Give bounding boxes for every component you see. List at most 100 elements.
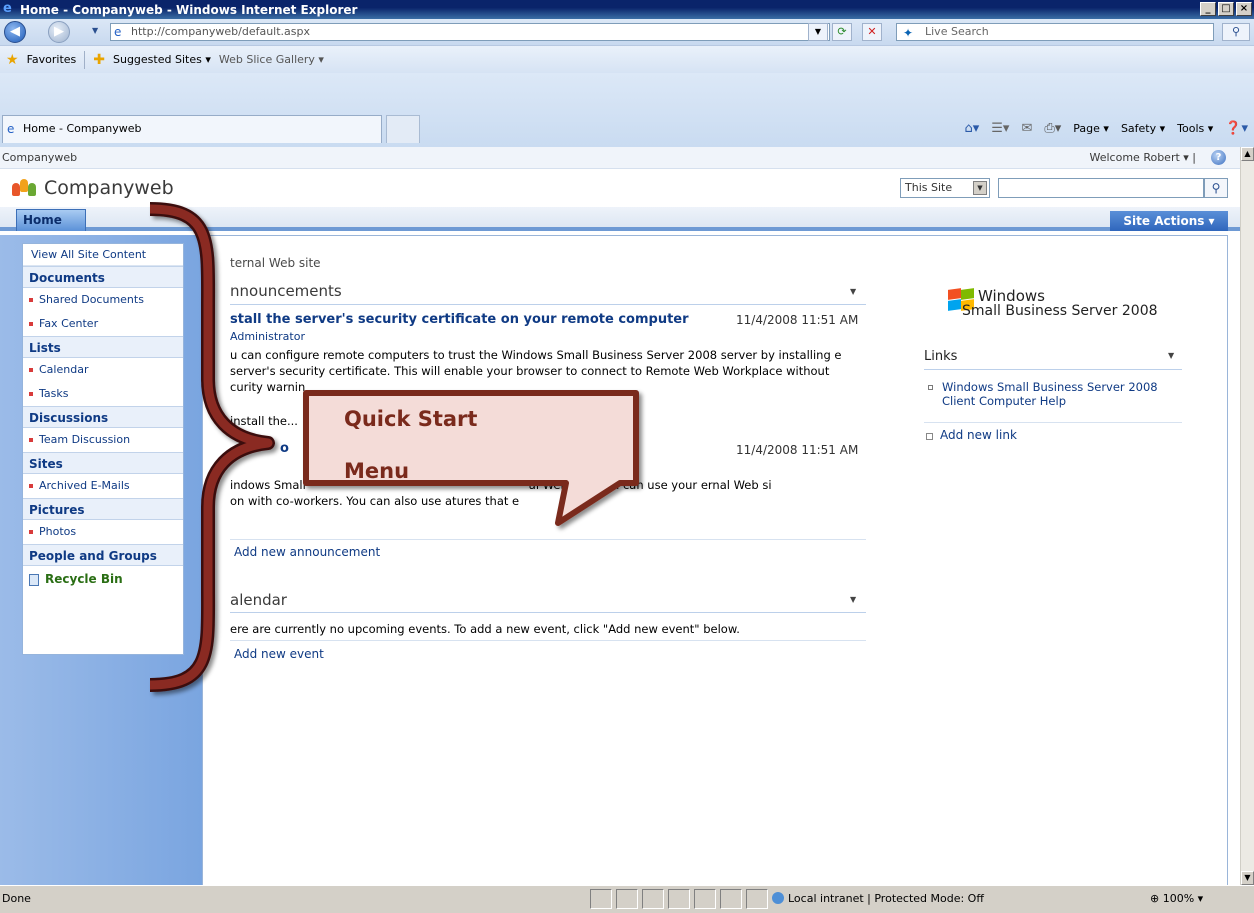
ql-item-archived-emails[interactable]: Archived E-Mails [23,474,183,498]
forward-button[interactable]: ▶ [48,21,70,43]
print-icon[interactable]: ⎙▾ [1044,121,1061,136]
add-new-link[interactable]: Add new link [924,428,1017,442]
window-title: Home - Companyweb - Windows Internet Exp… [20,2,358,17]
page-icon: e [114,25,122,39]
site-title[interactable]: Companyweb [44,177,174,199]
page-menu[interactable]: Page ▾ [1073,122,1109,135]
help-menu-icon[interactable]: ❓▾ [1225,121,1248,136]
links-title[interactable]: Links [924,349,957,364]
security-zone[interactable]: Local intranet | Protected Mode: Off [772,892,984,905]
announcement-title-1[interactable]: stall the server's security certificate … [230,312,689,327]
view-all-site-content-link[interactable]: View All Site Content [23,244,183,266]
ql-heading-discussions[interactable]: Discussions [23,406,183,428]
back-button[interactable]: ◀ [4,21,26,43]
address-input[interactable]: e http://companyweb/default.aspx [110,23,830,41]
link-bullet-icon [928,385,933,390]
recycle-bin-link[interactable]: Recycle Bin [23,566,183,592]
add-new-announcement-link[interactable]: Add new announcement [234,545,380,559]
site-search-input[interactable] [998,178,1204,198]
announcements-divider [230,304,866,305]
scroll-down-icon[interactable]: ▼ [1241,871,1254,885]
sharepoint-top-bar: Companyweb Welcome Robert ▾ | ? [0,147,1240,169]
ql-item-tasks[interactable]: Tasks [23,382,183,406]
refresh-button[interactable]: ⟳ [832,23,852,41]
status-cells [590,889,768,909]
welcome-menu[interactable]: Welcome Robert ▾ | [1090,147,1197,169]
web-slice-gallery-link[interactable]: Web Slice Gallery ▾ [219,53,324,66]
add-new-event-link[interactable]: Add new event [234,647,324,661]
globe-icon [772,892,784,904]
tab-home[interactable]: Home [16,209,86,231]
add-favorite-icon[interactable]: ✚ [93,52,105,68]
site-actions-button[interactable]: Site Actions ▾ [1110,211,1228,231]
links-menu-icon[interactable]: ▼ [1168,351,1174,360]
ql-heading-documents[interactable]: Documents [23,266,183,288]
tools-menu[interactable]: Tools ▾ [1177,122,1213,135]
tab-row: e Home - Companyweb ⌂▾ ☰▾ ✉ ⎙▾ Page ▾ Sa… [0,73,1254,147]
ql-item-calendar[interactable]: Calendar [23,358,183,382]
search-scope-value: This Site [905,181,953,194]
feeds-icon[interactable]: ☰▾ [991,121,1009,136]
announcement-author-1[interactable]: Administrator [230,330,305,343]
history-dropdown-icon[interactable]: ▼ [92,26,98,35]
calendar-menu-icon[interactable]: ▼ [850,595,856,604]
favorites-separator [84,50,86,69]
address-url: http://companyweb/default.aspx [131,25,311,38]
scroll-up-icon[interactable]: ▲ [1241,147,1254,161]
ql-item-fax-center[interactable]: Fax Center [23,312,183,336]
safety-menu[interactable]: Safety ▾ [1121,122,1165,135]
live-search-input[interactable]: ✦ Live Search [896,23,1214,41]
address-dropdown-button[interactable]: ▼ [808,23,828,41]
help-icon[interactable]: ? [1211,150,1226,165]
logo-sbs-text: Small Business Server 2008 [962,303,1158,319]
tab-home-companyweb[interactable]: e Home - Companyweb [2,115,382,143]
ql-item-photos[interactable]: Photos [23,520,183,544]
quick-launch-menu: View All Site Content Documents Shared D… [22,243,184,655]
ql-heading-pictures[interactable]: Pictures [23,498,183,520]
announcement-author-2[interactable]: at [304,459,315,472]
announcements-title[interactable]: nnouncements [230,282,342,300]
announcement-date-2: 11/4/2008 11:51 AM [736,443,859,457]
home-icon[interactable]: ⌂▾ [964,121,979,136]
ql-item-shared-documents[interactable]: Shared Documents [23,288,183,312]
calendar-footer-divider [230,640,866,641]
announcement-more-1: install the... [230,414,298,428]
announcement-body-2: indows Small al Web site. You can use yo… [230,478,772,508]
ql-heading-people-and-groups[interactable]: People and Groups [23,544,183,566]
ql-heading-lists[interactable]: Lists [23,336,183,358]
search-button[interactable]: ⚲ [1222,23,1250,41]
links-divider [924,369,1182,370]
sharepoint-logo-icon [12,177,36,199]
stop-button[interactable]: ✕ [862,23,882,41]
search-scope-select[interactable]: This Site ▼ [900,178,990,198]
link-sbs-help[interactable]: Windows Small Business Server 2008 Clien… [928,380,1178,408]
callout-line-1: Quick Start [344,407,478,431]
close-button[interactable]: × [1236,2,1252,16]
favorites-button[interactable]: Favorites [27,53,77,66]
top-nav-bar [0,207,1240,231]
calendar-title[interactable]: alendar [230,591,287,609]
ql-item-team-discussion[interactable]: Team Discussion [23,428,183,452]
announcements-menu-icon[interactable]: ▼ [850,287,856,296]
status-text: Done [2,892,31,905]
site-search-button[interactable]: ⚲ [1204,178,1228,198]
mail-icon[interactable]: ✉ [1021,121,1032,136]
new-tab-button[interactable] [386,115,420,143]
announcement-title-2[interactable]: o [280,441,289,456]
address-bar-row: ◀ ▶ ▼ e http://companyweb/default.aspx ▼… [0,19,1254,45]
site-link[interactable]: Companyweb [2,151,77,164]
zoom-level[interactable]: ⊕ 100% ▾ [1150,892,1203,905]
add-link-icon [926,433,933,440]
announcement-body-1: u can configure remote computers to trus… [230,348,842,394]
maximize-button[interactable]: □ [1218,2,1234,16]
favorites-bar: ★ Favorites ✚ Suggested Sites ▾ Web Slic… [0,45,1254,73]
minimize-button[interactable]: _ [1200,2,1216,16]
window-title-bar: e Home - Companyweb - Windows Internet E… [0,0,1254,19]
page-viewport: Companyweb Welcome Robert ▾ | ? Companyw… [0,147,1240,885]
suggested-sites-link[interactable]: Suggested Sites ▾ [113,53,211,66]
favorites-star-icon: ★ [6,51,19,68]
callout-line-2: Menu [344,459,410,483]
windows-sbs-logo: Windows Small Business Server 2008 [944,287,1158,321]
vertical-scrollbar[interactable]: ▲ ▼ [1240,147,1254,885]
ql-heading-sites[interactable]: Sites [23,452,183,474]
